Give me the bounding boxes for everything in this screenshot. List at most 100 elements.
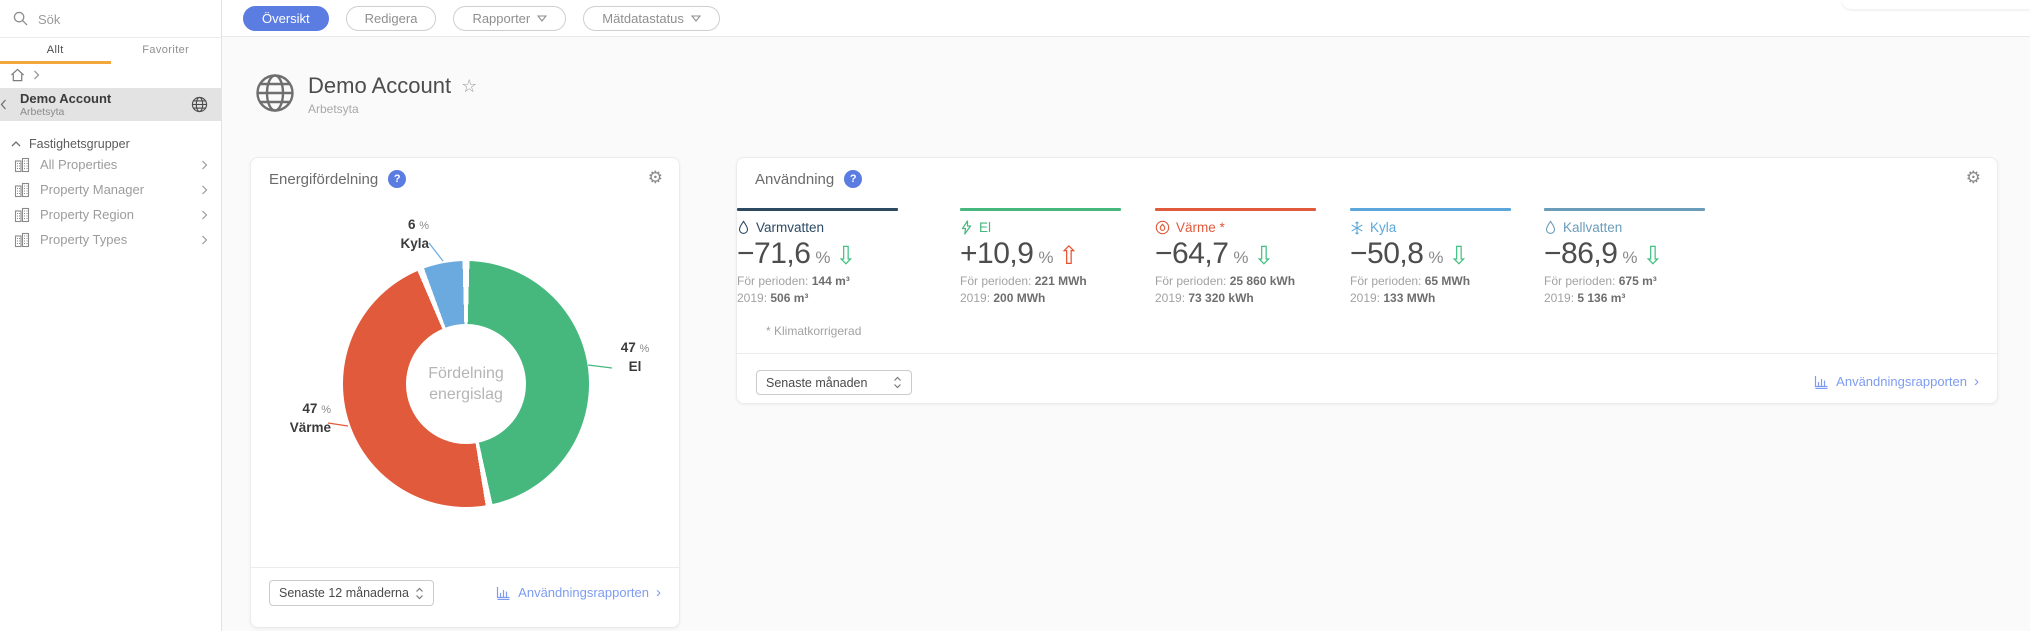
water-drop-icon <box>737 220 750 235</box>
sidebar-section-fastighetsgrupper[interactable]: Fastighetsgrupper <box>0 135 130 153</box>
help-icon[interactable]: ? <box>844 170 862 188</box>
buildings-icon <box>14 182 30 198</box>
card-title: Användning <box>755 171 834 188</box>
trend-down-arrow-icon: ⇩ <box>1254 243 1275 268</box>
workspace-type: Arbetsyta <box>20 106 191 118</box>
metric-label-text: Kyla <box>1370 220 1396 235</box>
topnav: Översikt Redigera Rapporter Mätdatastatu… <box>243 6 720 31</box>
chevron-right-icon <box>201 160 208 170</box>
energy-donut-chart: Fördelning energislag 6 % Kyla 47 % El 4… <box>251 198 681 566</box>
card-title: Energifördelning <box>269 171 378 188</box>
group-label: All Properties <box>40 157 117 172</box>
gear-icon[interactable]: ⚙ <box>648 170 663 187</box>
chevron-left-icon[interactable] <box>0 99 20 110</box>
chevron-right-icon: › <box>1974 374 1979 389</box>
chevron-right-icon <box>201 185 208 195</box>
sidebar-item-property-types[interactable]: Property Types <box>0 227 222 252</box>
metric-value: −71,6 <box>737 237 810 271</box>
water-drop-icon <box>1544 220 1557 235</box>
nav-redigera-button[interactable]: Redigera <box>346 6 437 31</box>
group-label: Property Region <box>40 207 134 222</box>
metric-label-text: Varmvatten <box>756 220 824 235</box>
usage-report-link[interactable]: Användningsrapporten › <box>1814 374 1979 389</box>
tab-favoriter[interactable]: Favoriter <box>111 40 222 62</box>
metric-varmvatten: Varmvatten −71,6 % ⇩ För perioden: 144 m… <box>737 208 915 305</box>
globe-icon <box>255 73 295 113</box>
group-label: Property Types <box>40 232 127 247</box>
chevron-right-icon: › <box>656 585 661 600</box>
sidebar: Allt Favoriter Demo Account Arbetsyta Fa… <box>0 0 222 631</box>
sidebar-item-all-properties[interactable]: All Properties <box>0 152 222 177</box>
sidebar-group-list: All Properties Property Manager Property… <box>0 152 222 252</box>
buildings-icon <box>14 207 30 223</box>
metric-color-bar <box>1350 208 1511 211</box>
search-icon <box>13 11 28 26</box>
section-label: Fastighetsgrupper <box>29 137 130 151</box>
nav-rapporter-button[interactable]: Rapporter <box>453 6 566 31</box>
sidebar-workspace-selected[interactable]: Demo Account Arbetsyta <box>0 88 222 121</box>
trend-down-arrow-icon: ⇩ <box>1643 243 1664 268</box>
metric-kyla: Kyla −50,8 % ⇩ För perioden: 65 MWh 2019… <box>1350 208 1528 305</box>
nav-oversikt-button[interactable]: Översikt <box>243 6 329 31</box>
metric-label-text: Värme * <box>1176 220 1225 235</box>
period-select[interactable]: Senaste månaden <box>756 370 912 395</box>
metric-label-text: El <box>979 220 991 235</box>
sidebar-tabs: Allt Favoriter <box>0 40 221 62</box>
select-updown-icon <box>893 376 902 389</box>
period-select[interactable]: Senaste 12 månaderna <box>269 580 434 606</box>
nav-matdatastatus-button[interactable]: Mätdatastatus <box>583 6 720 31</box>
workspace-name: Demo Account <box>20 92 191 107</box>
metric-value: +10,9 <box>960 237 1033 271</box>
sidebar-search <box>0 0 221 38</box>
sidebar-item-property-region[interactable]: Property Region <box>0 202 222 227</box>
heat-icon <box>1155 220 1170 235</box>
slice-label-kyla: 6 % Kyla <box>359 216 429 252</box>
trend-up-arrow-icon: ⇧ <box>1059 243 1080 268</box>
chevron-right-icon <box>201 210 208 220</box>
slice-label-el: 47 % El <box>607 339 663 375</box>
chevron-right-icon <box>33 70 40 80</box>
climate-corrected-footnote: * Klimatkorrigerad <box>766 324 861 338</box>
buildings-icon <box>14 157 30 173</box>
usage-report-link[interactable]: Användningsrapporten › <box>496 585 661 600</box>
tab-allt[interactable]: Allt <box>0 40 111 62</box>
select-updown-icon <box>415 587 424 600</box>
home-icon[interactable] <box>10 68 25 82</box>
slice-label-varme: 47 % Värme <box>269 400 331 436</box>
trend-down-arrow-icon: ⇩ <box>836 243 857 268</box>
trend-down-arrow-icon: ⇩ <box>1449 243 1470 268</box>
favorite-star-icon[interactable]: ☆ <box>461 77 477 95</box>
gear-icon[interactable]: ⚙ <box>1966 170 1981 187</box>
topbar: Översikt Redigera Rapporter Mätdatastatu… <box>222 0 2030 37</box>
energy-distribution-card: Energifördelning ? ⚙ Fördelning energisl… <box>250 157 680 628</box>
bar-chart-icon <box>1814 375 1829 389</box>
donut-center-label: Fördelning energislag <box>428 363 504 405</box>
chevron-up-icon <box>11 141 21 147</box>
lightning-icon <box>960 220 973 235</box>
top-right-panel-edge <box>1842 0 2030 9</box>
chevron-right-icon <box>201 235 208 245</box>
metric-value: −86,9 <box>1544 237 1617 271</box>
snowflake-icon <box>1350 221 1364 235</box>
globe-icon <box>191 96 208 113</box>
metric-color-bar <box>1155 208 1316 211</box>
breadcrumb <box>0 64 40 86</box>
dropdown-triangle-icon <box>537 15 547 22</box>
group-label: Property Manager <box>40 182 144 197</box>
page-title: Demo Account <box>308 73 451 99</box>
metric-label-text: Kallvatten <box>1563 220 1622 235</box>
help-icon[interactable]: ? <box>388 170 406 188</box>
metric-color-bar <box>1544 208 1705 211</box>
metric-color-bar <box>960 208 1121 211</box>
metric-value: −64,7 <box>1155 237 1228 271</box>
usage-card: Användning ? ⚙ El +10,9 % ⇧ För perioden… <box>736 157 1998 404</box>
bar-chart-icon <box>496 586 511 600</box>
sidebar-item-property-manager[interactable]: Property Manager <box>0 177 222 202</box>
search-input[interactable] <box>38 6 208 32</box>
buildings-icon <box>14 232 30 248</box>
metric-color-bar <box>737 208 898 211</box>
page-header: Demo Account ☆ Arbetsyta <box>255 73 477 116</box>
metric-value: −50,8 <box>1350 237 1423 271</box>
metric-varme: Värme * −64,7 % ⇩ För perioden: 25 860 k… <box>1155 208 1333 305</box>
metric-el: El +10,9 % ⇧ För perioden: 221 MWh 2019:… <box>960 208 1138 305</box>
